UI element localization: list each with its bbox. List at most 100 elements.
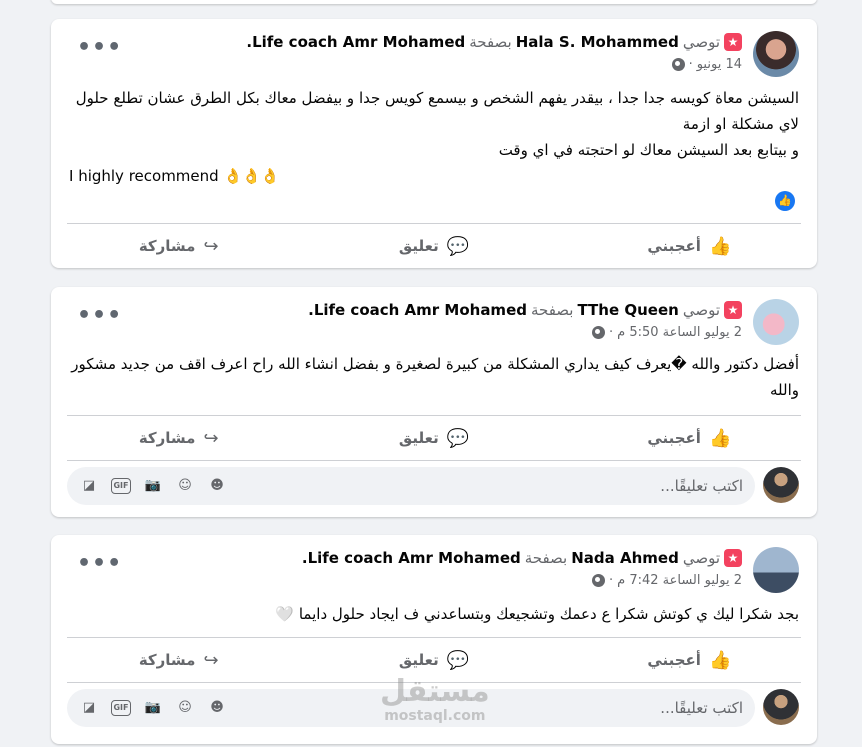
review-post-card: ★ توصي Hala S. Mohammed بصفحة Life coach… <box>51 19 817 268</box>
post-body: بجد شكرا ليك ي كوتش شكرا ع دعمك وتشجيعك … <box>51 593 817 637</box>
recommend-icon: ★ <box>724 301 742 319</box>
sticker-icon[interactable]: ◪ <box>79 698 99 718</box>
post-meta: 14 يونيو · <box>671 57 742 72</box>
avatar[interactable] <box>753 299 799 345</box>
post-header: ★ توصي Hala S. Mohammed بصفحة Life coach… <box>51 19 817 77</box>
more-options-button[interactable]: ••• <box>77 305 122 327</box>
action-bar: 👍 أعجبني 💬 تعليق ↪ مشاركة <box>51 638 817 682</box>
sticker-icon[interactable]: ◪ <box>79 476 99 496</box>
thumbs-up-icon: 👍 <box>708 235 732 257</box>
post-meta: 2 يوليو الساعة 5:50 م · <box>591 325 742 340</box>
review-post-card: ★ توصي TThe Queen بصفحة Life coach Amr M… <box>51 287 817 517</box>
comment-tools: ◪ GIF 📷 ☺ ☻ <box>79 698 227 718</box>
like-button[interactable]: 👍 أعجبني <box>562 236 817 257</box>
camera-icon[interactable]: 📷 <box>143 698 163 718</box>
camera-icon[interactable]: 📷 <box>143 476 163 496</box>
more-options-button[interactable]: ••• <box>77 37 122 59</box>
emoji-icon[interactable]: ☺ <box>175 476 195 496</box>
previous-post-card <box>51 0 817 4</box>
share-button[interactable]: ↪ مشاركة <box>51 428 306 449</box>
post-text-line: أفضل دكتور والله �يعرف كيف يداري المشكلة… <box>71 355 799 399</box>
page-name[interactable]: Life coach Amr Mohamed. <box>308 301 527 319</box>
page-name[interactable]: Life coach Amr Mohamed. <box>246 33 465 51</box>
recommends-text: توصي <box>682 301 720 319</box>
globe-icon <box>671 58 685 71</box>
like-label: أعجبني <box>647 429 701 447</box>
avatar-sticker-icon[interactable]: ☻ <box>207 476 227 496</box>
like-reaction-icon[interactable]: 👍 <box>775 191 795 211</box>
avatar[interactable] <box>753 547 799 593</box>
post-header: ★ توصي Nada Ahmed بصفحة Life coach Amr M… <box>51 535 817 593</box>
thumbs-up-icon: 👍 <box>708 427 732 449</box>
comment-button[interactable]: 💬 تعليق <box>306 428 561 449</box>
like-button[interactable]: 👍 أعجبني <box>562 650 817 671</box>
action-bar: 👍 أعجبني 💬 تعليق ↪ مشاركة <box>51 416 817 460</box>
like-button[interactable]: 👍 أعجبني <box>562 428 817 449</box>
comment-icon: 💬 <box>446 427 470 449</box>
more-options-button[interactable]: ••• <box>77 553 122 575</box>
gif-icon[interactable]: GIF <box>111 478 131 494</box>
reactions-row: 👍 <box>51 189 817 223</box>
post-body: أفضل دكتور والله �يعرف كيف يداري المشكلة… <box>51 345 817 415</box>
comment-button[interactable]: 💬 تعليق <box>306 236 561 257</box>
comment-label: تعليق <box>398 237 439 255</box>
avatar-sticker-icon[interactable]: ☻ <box>207 698 227 718</box>
recommend-icon: ★ <box>724 33 742 51</box>
page-prefix: بصفحة <box>530 301 574 319</box>
post-meta: 2 يوليو الساعة 7:42 م · <box>591 573 742 588</box>
author-name[interactable]: TThe Queen <box>577 301 678 319</box>
recommends-text: توصي <box>682 549 720 567</box>
post-text-line: بجد شكرا ليك ي كوتش شكرا ع دعمك وتشجيعك … <box>275 605 799 623</box>
share-button[interactable]: ↪ مشاركة <box>51 236 306 257</box>
avatar[interactable] <box>753 31 799 77</box>
post-date[interactable]: 14 يونيو <box>697 57 742 72</box>
share-label: مشاركة <box>138 651 196 669</box>
post-title-line: ★ توصي TThe Queen بصفحة Life coach Amr M… <box>308 301 742 319</box>
gif-icon[interactable]: GIF <box>111 700 131 716</box>
comment-composer: اكتب تعليقًا... ◪ GIF 📷 ☺ ☻ <box>51 461 817 515</box>
avatar[interactable] <box>763 689 799 725</box>
post-title-line: ★ توصي Hala S. Mohammed بصفحة Life coach… <box>246 33 742 51</box>
globe-icon <box>591 326 605 339</box>
globe-icon <box>591 574 605 587</box>
post-header: ★ توصي TThe Queen بصفحة Life coach Amr M… <box>51 287 817 345</box>
post-text-line: و بيتابع بعد السيشن معاك لو احتجته في اي… <box>498 141 799 159</box>
post-body: السيشن معاة كويسه جدا جدا ، بيقدر يفهم ا… <box>51 77 817 189</box>
post-text-line-en: I highly recommend 👌👌👌 <box>69 167 280 185</box>
like-label: أعجبني <box>647 651 701 669</box>
comment-tools: ◪ GIF 📷 ☺ ☻ <box>79 476 227 496</box>
share-button[interactable]: ↪ مشاركة <box>51 650 306 671</box>
comment-button[interactable]: 💬 تعليق <box>306 650 561 671</box>
share-label: مشاركة <box>138 429 196 447</box>
page-prefix: بصفحة <box>469 33 512 51</box>
author-name[interactable]: Nada Ahmed <box>571 549 679 567</box>
share-icon: ↪ <box>203 235 219 257</box>
recommend-icon: ★ <box>724 549 742 567</box>
thumbs-up-icon: 👍 <box>708 649 732 671</box>
post-date[interactable]: 2 يوليو الساعة 7:42 م <box>617 573 742 588</box>
emoji-icon[interactable]: ☺ <box>175 698 195 718</box>
share-icon: ↪ <box>203 427 219 449</box>
comment-icon: 💬 <box>446 235 470 257</box>
comment-input[interactable]: اكتب تعليقًا... ◪ GIF 📷 ☺ ☻ <box>67 689 755 727</box>
author-name[interactable]: Hala S. Mohammed <box>516 33 679 51</box>
share-label: مشاركة <box>138 237 196 255</box>
action-bar: 👍 أعجبني 💬 تعليق ↪ مشاركة <box>51 224 817 268</box>
page-prefix: بصفحة <box>524 549 568 567</box>
avatar[interactable] <box>763 467 799 503</box>
post-title-line: ★ توصي Nada Ahmed بصفحة Life coach Amr M… <box>302 549 742 567</box>
like-label: أعجبني <box>647 237 701 255</box>
page-name[interactable]: Life coach Amr Mohamed. <box>302 549 521 567</box>
comment-label: تعليق <box>398 651 439 669</box>
comment-composer: اكتب تعليقًا... ◪ GIF 📷 ☺ ☻ <box>51 683 817 737</box>
review-post-card: ★ توصي Nada Ahmed بصفحة Life coach Amr M… <box>51 535 817 744</box>
post-date[interactable]: 2 يوليو الساعة 5:50 م <box>617 325 742 340</box>
comment-icon: 💬 <box>446 649 470 671</box>
post-text-line: السيشن معاة كويسه جدا جدا ، بيقدر يفهم ا… <box>75 89 799 133</box>
comment-placeholder[interactable]: اكتب تعليقًا... <box>660 477 743 495</box>
share-icon: ↪ <box>203 649 219 671</box>
comment-label: تعليق <box>398 429 439 447</box>
recommends-text: توصي <box>682 33 720 51</box>
comment-input[interactable]: اكتب تعليقًا... ◪ GIF 📷 ☺ ☻ <box>67 467 755 505</box>
comment-placeholder[interactable]: اكتب تعليقًا... <box>660 699 743 717</box>
